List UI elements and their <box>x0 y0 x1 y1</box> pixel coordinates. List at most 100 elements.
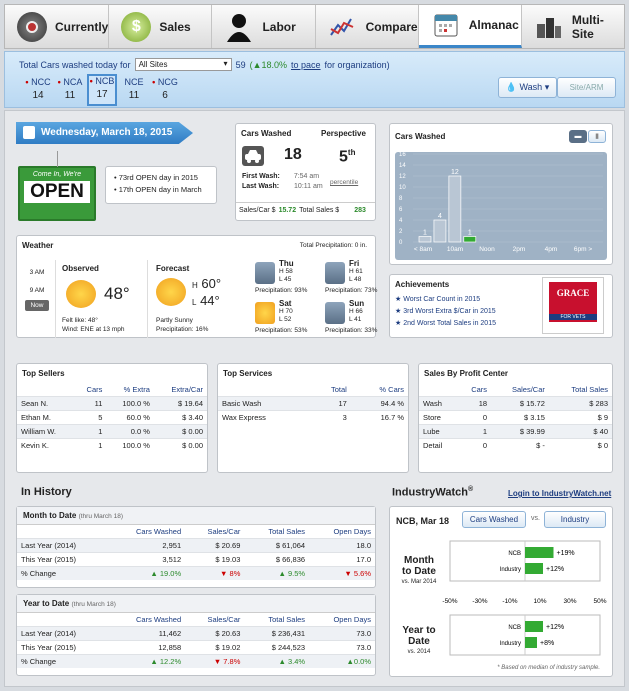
site-nce[interactable]: NCE 11 <box>119 77 149 101</box>
bar <box>448 175 462 243</box>
table-cell: 3,512 <box>108 552 186 567</box>
table-cell: 1 <box>457 424 492 439</box>
table-cell: 0 <box>457 438 492 452</box>
change-cell: ▲0.0% <box>309 654 375 668</box>
table-cell: 17 <box>309 396 351 411</box>
table-row: Wax Express 3 16.7 % <box>218 410 408 424</box>
time-now[interactable]: Now <box>25 300 49 311</box>
site-select[interactable]: All Sites ▾ <box>134 58 232 71</box>
site-ncb[interactable]: • NCB 17 <box>87 74 117 106</box>
industry-bar-label: +12% <box>546 566 564 573</box>
table-cell: 2,951 <box>108 538 186 553</box>
table-cell: $ 3.40 <box>153 410 207 425</box>
tab-multi-site[interactable]: Multi-Site <box>522 5 624 48</box>
x-tick-label: 6pm > <box>574 246 592 253</box>
table-cell: Last Year (2014) <box>17 626 109 641</box>
industry-axis-label: 10% <box>533 598 546 605</box>
y-tick-label: 12 <box>399 174 406 180</box>
table-row: William W. 1 0.0 % $ 0.00 <box>17 424 207 439</box>
achievement-item: 3rd Worst Extra $/Car in 2015 <box>403 308 496 315</box>
time-9am[interactable]: 9 AM <box>25 282 49 300</box>
cars-washed-button[interactable]: Cars Washed <box>462 511 526 528</box>
bar-view-button[interactable]: ▮ <box>588 130 606 143</box>
change-cell: ▲ 19.0% <box>108 566 186 580</box>
column-header: Cars <box>471 385 488 394</box>
table-cell: 5 <box>74 410 107 425</box>
site-value: 11 <box>64 90 76 101</box>
total-label: Total Sales $ <box>299 207 340 214</box>
grace-logo: GRACE FOR VETS <box>542 277 604 334</box>
table-cell: $ 20.63 <box>185 626 245 641</box>
site-arm-button[interactable]: Site/ARM <box>557 77 616 98</box>
site-arm-label: Site/ARM <box>569 83 604 92</box>
car-view-button[interactable]: ▬ <box>569 130 587 143</box>
table-cell: Ethan M. <box>17 410 75 425</box>
percentile-link[interactable]: percentile <box>330 179 358 186</box>
achievements-card: Achievements ★ Worst Car Count in 2015 ★… <box>389 274 613 338</box>
industry-login-link[interactable]: Login to IndustryWatch.net <box>508 489 611 498</box>
perspective-title: Perspective <box>321 129 366 138</box>
tab-label: Sales <box>159 19 191 34</box>
tab-label: Almanac <box>468 18 519 32</box>
history-title: In History <box>21 486 72 498</box>
profit-table: Cars Sales/Car Total Sales Wash 18 $ 15.72 $ 2… <box>419 383 612 452</box>
sales-label: Sales/Car $ <box>239 207 276 214</box>
forecast-day-precip: Precipitation: 33% <box>325 327 378 334</box>
tab-sales[interactable]: $ Sales <box>109 5 213 48</box>
column-header: Open Days <box>333 615 371 624</box>
table-cell: 100.0 % <box>106 396 154 411</box>
forecast-day-high: H 66 <box>349 308 363 315</box>
summary-prefix: Total Cars washed today for <box>19 59 131 70</box>
table-cell: Basic Wash <box>218 396 310 411</box>
forecast-day: Thu H 58 L 45 Precipitation: 93% <box>251 258 311 298</box>
forecast-day-low: L 48 <box>349 276 362 283</box>
summary-suffix: for organization) <box>324 59 390 70</box>
industry-axis-label: 50% <box>593 598 606 605</box>
wash-button[interactable]: 💧 Wash ▾ <box>498 77 557 98</box>
x-tick-label: < 8am <box>414 246 432 253</box>
tab-compare[interactable]: Compare <box>316 5 419 48</box>
change-cell: % Change <box>17 566 109 580</box>
site-ncg[interactable]: • NCG 6 <box>150 77 180 101</box>
column-header <box>419 383 457 397</box>
table-cell: $ 0.00 <box>153 424 207 439</box>
industry-axis-label: -10% <box>502 598 517 605</box>
tab-almanac[interactable]: Almanac <box>418 5 522 48</box>
bar <box>418 236 432 243</box>
time-3am[interactable]: 3 AM <box>25 264 49 282</box>
observed-title: Observed <box>62 264 99 273</box>
summary-bar: Total Cars washed today for All Sites ▾ 5… <box>4 51 625 108</box>
table-cell: 11,462 <box>108 626 186 641</box>
industry-axis-label: -30% <box>472 598 487 605</box>
industry-button[interactable]: Industry <box>544 511 606 528</box>
table-cell: Wash <box>419 396 458 411</box>
forecast-day-name: Fri <box>349 259 360 268</box>
tab-currently[interactable]: Currently <box>5 5 110 48</box>
table-cell: $ 0.00 <box>153 438 207 452</box>
site-code: NCE <box>124 77 144 87</box>
forecast-day: Fri H 61 L 48 Precipitation: 73% <box>321 258 381 298</box>
open-note: 73rd OPEN day in 2015 <box>118 173 198 182</box>
column-header <box>17 383 75 397</box>
sign-main: OPEN <box>24 181 90 203</box>
forecast-day-precip: Precipitation: 73% <box>325 287 378 294</box>
table-cell: Last Year (2014) <box>17 538 109 553</box>
observed-panel: Observed 48° Felt like: 48° Wind: ENE at … <box>55 260 148 338</box>
table-cell: $ - <box>491 438 549 452</box>
tab-label: Labor <box>262 19 296 34</box>
table-row: Ethan M. 5 60.0 % $ 3.40 <box>17 410 207 425</box>
table-row: Basic Wash 17 94.4 % <box>218 396 408 411</box>
rain-icon <box>325 262 345 284</box>
date-text: Wednesday, March 18, 2015 <box>41 127 173 138</box>
site-nca[interactable]: • NCA 11 <box>55 77 85 101</box>
table-cell: 1 <box>74 424 107 439</box>
tab-labor[interactable]: Labor <box>212 5 316 48</box>
table-cell: 3 <box>309 410 351 424</box>
forecast-desc: Partly Sunny <box>156 317 193 324</box>
table-cell: Sean N. <box>17 396 75 411</box>
site-ncc[interactable]: • NCC 14 <box>23 77 53 101</box>
top-services-table: Total% Cars Basic Wash 17 94.4 % Wax Express… <box>218 383 408 424</box>
pace-link[interactable]: to pace <box>291 60 321 70</box>
forecast-day: Sat H 70 L 52 Precipitation: 53% <box>251 298 311 338</box>
plot-area <box>395 152 607 260</box>
